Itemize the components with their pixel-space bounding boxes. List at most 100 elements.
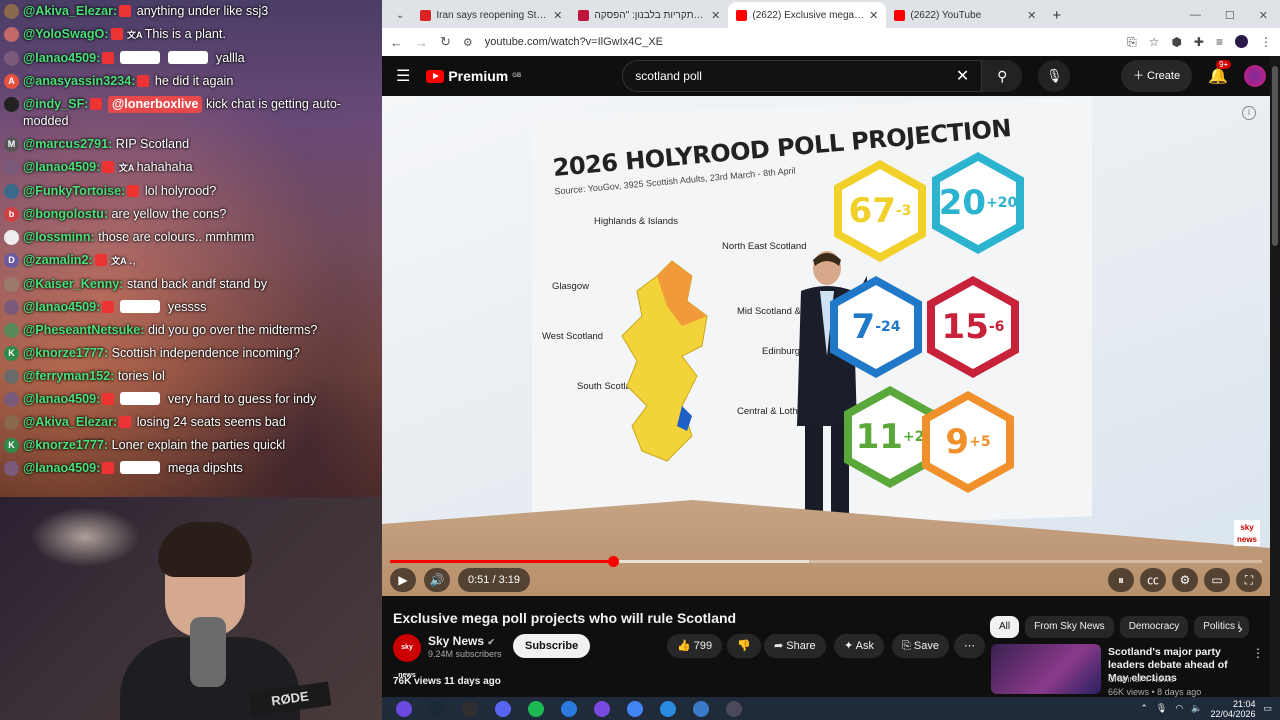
url-field[interactable]: youtube.com/watch?v=IlGwIx4C_XE	[485, 36, 1115, 48]
ask-button[interactable]: ✦ Ask	[834, 634, 885, 658]
clear-search-icon[interactable]: ✕	[956, 66, 969, 86]
volume-button[interactable]: 🔊	[424, 568, 450, 592]
search-input[interactable]: scotland poll ✕	[622, 60, 983, 92]
chat-username[interactable]: @FunkyTortoise:	[23, 184, 125, 198]
filter-chip[interactable]: From Sky News	[1025, 616, 1114, 638]
back-icon[interactable]: ←	[390, 35, 403, 50]
mic-tray-icon[interactable]: 🎙	[1156, 703, 1167, 714]
chat-mention[interactable]: @lonerboxlive	[107, 96, 203, 113]
close-window-icon[interactable]: ✕	[1259, 9, 1268, 22]
chat-username[interactable]: @indy_SF:	[23, 97, 88, 111]
spotify-icon[interactable]	[528, 700, 544, 717]
tab-search-icon[interactable]: ≡	[1216, 35, 1223, 50]
obs-icon[interactable]	[462, 700, 478, 717]
hamburger-menu-icon[interactable]: ☰	[396, 66, 410, 86]
youtube-logo[interactable]: Premium GB	[426, 68, 521, 84]
chat-username[interactable]: @YoloSwagO:	[23, 27, 109, 41]
recommended-thumbnail[interactable]	[991, 644, 1101, 694]
play-button[interactable]: ▶	[390, 568, 416, 592]
clock[interactable]: 21:04 22/04/2026	[1210, 699, 1255, 719]
subscribe-button[interactable]: Subscribe	[513, 634, 591, 658]
chat-username[interactable]: @Akiva_Elezar:	[23, 4, 117, 18]
chat-username[interactable]: @anasyassin3234:	[23, 74, 135, 88]
speaker-icon[interactable]: 🔈	[1191, 703, 1202, 714]
info-icon[interactable]: i	[1242, 106, 1256, 120]
menu-icon[interactable]: ⋮	[1260, 35, 1272, 50]
close-tab-icon[interactable]: ✕	[869, 9, 878, 22]
app2-icon[interactable]	[660, 700, 676, 717]
browser-tab[interactable]: (2622) YouTube ✕	[886, 2, 1044, 28]
close-tab-icon[interactable]: ✕	[553, 9, 562, 22]
notifications-button[interactable]: 🔔 9+	[1208, 60, 1232, 86]
discord-icon[interactable]	[495, 700, 511, 717]
maximize-icon[interactable]: ☐	[1225, 9, 1235, 22]
new-tab-button[interactable]: +	[1044, 7, 1069, 28]
chat-username[interactable]: @lanao4509:	[23, 160, 100, 174]
channel-name[interactable]: Sky News ✔	[428, 634, 495, 648]
page-scrollbar[interactable]	[1270, 56, 1280, 697]
site-info-icon[interactable]: ⚙	[463, 36, 473, 49]
profile-icon[interactable]	[1235, 34, 1248, 48]
chat-username[interactable]: @bongolostu:	[23, 207, 108, 221]
chat-username[interactable]: @zamalin2:	[23, 253, 93, 267]
app3-icon[interactable]	[726, 700, 742, 717]
browser-tab[interactable]: Iran says reopening Strait of Ho ✕	[412, 2, 570, 28]
chevron-right-icon[interactable]: ›	[1238, 620, 1243, 636]
like-button[interactable]: 👍 799	[667, 634, 723, 658]
browser-tab[interactable]: רצף התקריות בלבנון: "הפסקה ✕	[570, 2, 728, 28]
filter-chip[interactable]: Democracy	[1119, 616, 1189, 638]
settings-button[interactable]: ⚙	[1172, 568, 1198, 592]
steam-icon[interactable]	[429, 700, 445, 717]
chat-username[interactable]: @ferryman152:	[23, 369, 114, 383]
search-button[interactable]: ⚲	[982, 60, 1023, 92]
save-button[interactable]: ⎘ Save	[892, 634, 949, 658]
recommended-channel[interactable]: Channel 4 News	[1108, 674, 1174, 684]
close-tab-icon[interactable]: ✕	[1027, 9, 1036, 22]
reload-icon[interactable]: ↻	[440, 34, 451, 50]
progress-bar[interactable]	[390, 556, 1262, 567]
wifi-icon[interactable]: ◠	[1175, 703, 1183, 714]
browser-tab[interactable]: (2622) Exclusive mega poll proj ✕	[728, 2, 887, 28]
close-tab-icon[interactable]: ✕	[711, 9, 720, 22]
create-button[interactable]: ＋ Create	[1120, 60, 1193, 92]
filter-chip[interactable]: All	[990, 616, 1020, 638]
puzzle-icon[interactable]: ✚	[1194, 35, 1204, 50]
chat-username[interactable]: @lanao4509:	[23, 392, 100, 406]
chat-username[interactable]: @knorze1777:	[23, 346, 108, 360]
theater-mode-button[interactable]: ▭	[1204, 568, 1230, 592]
tray-chevron-icon[interactable]: ⌃	[1140, 703, 1148, 714]
chat-username[interactable]: @lanao4509:	[23, 461, 100, 475]
fullscreen-button[interactable]: ⛶	[1236, 568, 1262, 592]
chat-username[interactable]: @lanao4509:	[23, 300, 100, 314]
more-actions-button[interactable]: ⋯	[954, 634, 985, 658]
install-icon[interactable]: ⎘	[1127, 35, 1137, 50]
recommended-more-icon[interactable]: ⋮	[1252, 646, 1264, 660]
calculator-icon[interactable]	[693, 700, 709, 717]
chat-username[interactable]: @knorze1777:	[23, 438, 108, 452]
video-player[interactable]: 2026 HOLYROOD POLL PROJECTION Source: Yo…	[382, 96, 1270, 596]
chrome-icon[interactable]	[627, 700, 643, 717]
chat-username[interactable]: @lossminn:	[23, 230, 95, 244]
voice-search-button[interactable]: 🎙	[1038, 60, 1071, 92]
minimize-icon[interactable]: —	[1190, 9, 1201, 22]
bookmark-star-icon[interactable]: ☆	[1149, 35, 1160, 50]
extension-icon[interactable]: ⬢	[1171, 35, 1181, 50]
share-button[interactable]: ➦ Share	[764, 634, 826, 658]
chat-username[interactable]: @marcus2791:	[23, 137, 112, 151]
notification-center-icon[interactable]: ▭	[1263, 703, 1272, 714]
chat-username[interactable]: @PheseantNetsuke:	[23, 323, 144, 337]
tab-list-icon[interactable]: ⌄	[388, 10, 412, 28]
proton-icon[interactable]	[396, 700, 412, 717]
account-avatar[interactable]	[1244, 65, 1266, 87]
chat-username[interactable]: @Kaiser_Kenny:	[23, 277, 123, 291]
scrollbar-thumb[interactable]	[1272, 66, 1278, 246]
autoplay-toggle[interactable]: ⏸	[1108, 568, 1134, 592]
dislike-button[interactable]: 👎	[727, 634, 761, 658]
app-icon[interactable]	[561, 700, 577, 717]
chat-username[interactable]: @lanao4509:	[23, 51, 100, 65]
captions-button[interactable]: ㏄	[1140, 568, 1166, 592]
chat-username[interactable]: @Akiva_Elezar:	[23, 415, 117, 429]
forward-icon[interactable]: →	[415, 35, 428, 50]
channel-avatar[interactable]: sky news	[393, 634, 421, 679]
proton-vpn-icon[interactable]	[594, 700, 610, 717]
